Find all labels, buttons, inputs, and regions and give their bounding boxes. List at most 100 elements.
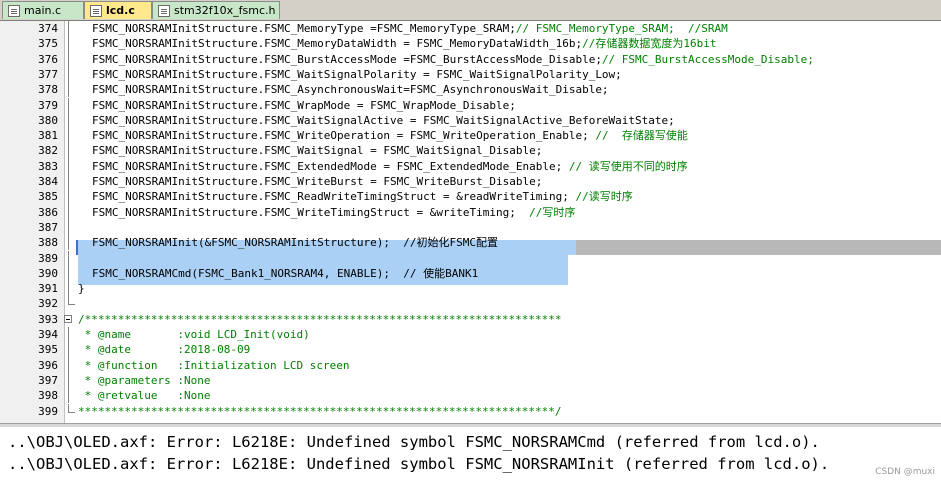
code-line: 384 FSMC_NORSRAMInitStructure.FSMC_Write… [0, 174, 941, 190]
fold-guide [64, 51, 74, 67]
line-number: 376 [38, 52, 58, 66]
document-icon [158, 4, 170, 17]
code-line: 375 FSMC_NORSRAMInitStructure.FSMC_Memor… [0, 36, 941, 52]
code-line: 391 } [0, 281, 941, 297]
fold-guide [64, 327, 74, 343]
code-line-selected: 390 FSMC_NORSRAMCmd(FSMC_Bank1_NORSRAM4,… [0, 265, 941, 282]
code-text: FSMC_NORSRAMInitStructure.FSMC_Asynchron… [92, 83, 609, 97]
line-number: 386 [38, 205, 58, 219]
code-comment: * @retvalue :None [78, 389, 211, 403]
code-text: FSMC_NORSRAMInitStructure.FSMC_WaitSigna… [92, 67, 622, 81]
code-comment: //读写时序 [575, 190, 633, 204]
build-error-line: ..\OBJ\OLED.axf: Error: L6218E: Undefine… [8, 433, 820, 451]
fold-end-marker [64, 403, 75, 419]
fold-guide [64, 235, 74, 251]
fold-guide [64, 204, 74, 220]
line-number: 391 [38, 282, 58, 296]
code-line: 383 FSMC_NORSRAMInitStructure.FSMC_Exten… [0, 158, 941, 174]
tab-label: lcd.c [106, 4, 135, 17]
code-text: FSMC_NORSRAMInitStructure.FSMC_BurstAcce… [92, 52, 602, 66]
code-line: 382 FSMC_NORSRAMInitStructure.FSMC_WaitS… [0, 143, 941, 159]
line-number: 399 [38, 404, 58, 418]
code-line: 379 FSMC_NORSRAMInitStructure.FSMC_WrapM… [0, 97, 941, 113]
code-comment: ****************************************… [78, 404, 562, 418]
fold-guide [64, 174, 74, 190]
line-number: 394 [38, 328, 58, 341]
code-line: 387 [0, 219, 941, 236]
build-output-panel[interactable]: ..\OBJ\OLED.axf: Error: L6218E: Undefine… [0, 427, 941, 480]
fold-guide [64, 21, 74, 37]
tab-stm32f10x-fsmc-h[interactable]: stm32f10x_fsmc.h [152, 1, 280, 19]
tab-main-c[interactable]: main.c [2, 1, 84, 19]
tab-label: stm32f10x_fsmc.h [174, 4, 276, 17]
code-text: FSMC_NORSRAMInit(&FSMC_NORSRAMInitStruct… [92, 236, 498, 250]
line-number: 388 [38, 236, 58, 250]
line-number: 389 [38, 251, 58, 265]
code-text: FSMC_NORSRAMInitStructure.FSMC_MemoryDat… [92, 37, 583, 51]
line-number: 396 [38, 358, 58, 372]
tab-lcd-c[interactable]: lcd.c [84, 1, 152, 19]
code-line: 374 FSMC_NORSRAMInitStructure.FSMC_Memor… [0, 21, 941, 37]
fold-guide [64, 372, 74, 389]
code-line: 397 * @parameters :None [0, 372, 941, 389]
fold-guide [64, 265, 74, 282]
code-line: 376 FSMC_NORSRAMInitStructure.FSMC_Burst… [0, 51, 941, 67]
code-line: 395 * @date :2018-08-09 [0, 342, 941, 358]
code-comment: // FSMC_BurstAccessMode_Disable; [601, 52, 814, 66]
fold-guide [64, 97, 74, 113]
code-line-selected: 389 [0, 250, 941, 266]
watermark: CSDN @muxi [875, 467, 935, 477]
code-line: 393 /***********************************… [0, 312, 941, 327]
fold-minus-icon[interactable] [64, 312, 74, 327]
code-line: 398 * @retvalue :None [0, 388, 941, 404]
fold-guide [64, 342, 74, 358]
line-number: 395 [38, 343, 58, 357]
fold-guide [64, 388, 74, 404]
code-text: FSMC_NORSRAMInitStructure.FSMC_WrapMode … [92, 98, 516, 112]
code-editor[interactable]: 374 FSMC_NORSRAMInitStructure.FSMC_Memor… [0, 21, 941, 423]
code-text: FSMC_NORSRAMInitStructure.FSMC_ReadWrite… [92, 190, 576, 204]
line-number: 387 [38, 220, 58, 234]
line-number: 379 [38, 98, 58, 112]
fold-guide [64, 250, 74, 266]
line-number: 383 [38, 159, 58, 173]
code-comment: // FSMC_MemoryType_SRAM; //SRAM [515, 22, 728, 35]
code-comment: //写时序 [529, 205, 576, 219]
code-text: FSMC_NORSRAMInitStructure.FSMC_WriteOper… [92, 129, 596, 143]
fold-guide [64, 112, 74, 129]
code-comment: // 存储器写使能 [595, 129, 688, 143]
code-text: FSMC_NORSRAMInitStructure.FSMC_WriteTimi… [92, 205, 530, 219]
code-text: FSMC_NORSRAMInitStructure.FSMC_WaitSigna… [92, 113, 675, 127]
code-line: 378 FSMC_NORSRAMInitStructure.FSMC_Async… [0, 82, 941, 98]
line-number: 384 [38, 175, 58, 188]
line-number: 392 [38, 297, 58, 311]
line-number: 378 [38, 83, 58, 97]
code-line: 377 FSMC_NORSRAMInitStructure.FSMC_WaitS… [0, 66, 941, 83]
code-line-selected: 388 FSMC_NORSRAMInit(&FSMC_NORSRAMInitSt… [0, 235, 941, 251]
code-text: FSMC_NORSRAMInitStructure.FSMC_MemoryTyp… [92, 22, 516, 35]
file-tab-bar: main.c lcd.c stm32f10x_fsmc.h [0, 0, 941, 21]
fold-guide [64, 158, 74, 174]
tab-label: main.c [24, 4, 62, 17]
fold-guide [64, 66, 74, 83]
code-comment: * @parameters :None [78, 373, 211, 387]
fold-guide [64, 357, 74, 373]
line-number: 398 [38, 389, 58, 403]
code-line: 399 ************************************… [0, 403, 941, 419]
line-number: 393 [38, 312, 58, 326]
code-line: 380 FSMC_NORSRAMInitStructure.FSMC_WaitS… [0, 112, 941, 129]
fold-guide [64, 143, 74, 159]
fold-guide [64, 189, 74, 205]
code-comment: //存储器数据宽度为16bit [582, 37, 717, 51]
code-line: 385 FSMC_NORSRAMInitStructure.FSMC_ReadW… [0, 189, 941, 205]
build-error-line: ..\OBJ\OLED.axf: Error: L6218E: Undefine… [8, 455, 830, 473]
code-comment: * @name :void LCD_Init(void) [78, 328, 310, 341]
code-line: 396 * @function :Initialization LCD scre… [0, 357, 941, 373]
code-line: 386 FSMC_NORSRAMInitStructure.FSMC_Write… [0, 204, 941, 220]
line-number: 380 [38, 113, 58, 127]
line-number: 390 [38, 266, 58, 280]
code-line: 392 [0, 296, 941, 311]
code-text: FSMC_NORSRAMInitStructure.FSMC_WriteBurs… [92, 175, 543, 188]
line-number: 381 [38, 129, 58, 143]
document-icon [8, 4, 20, 17]
